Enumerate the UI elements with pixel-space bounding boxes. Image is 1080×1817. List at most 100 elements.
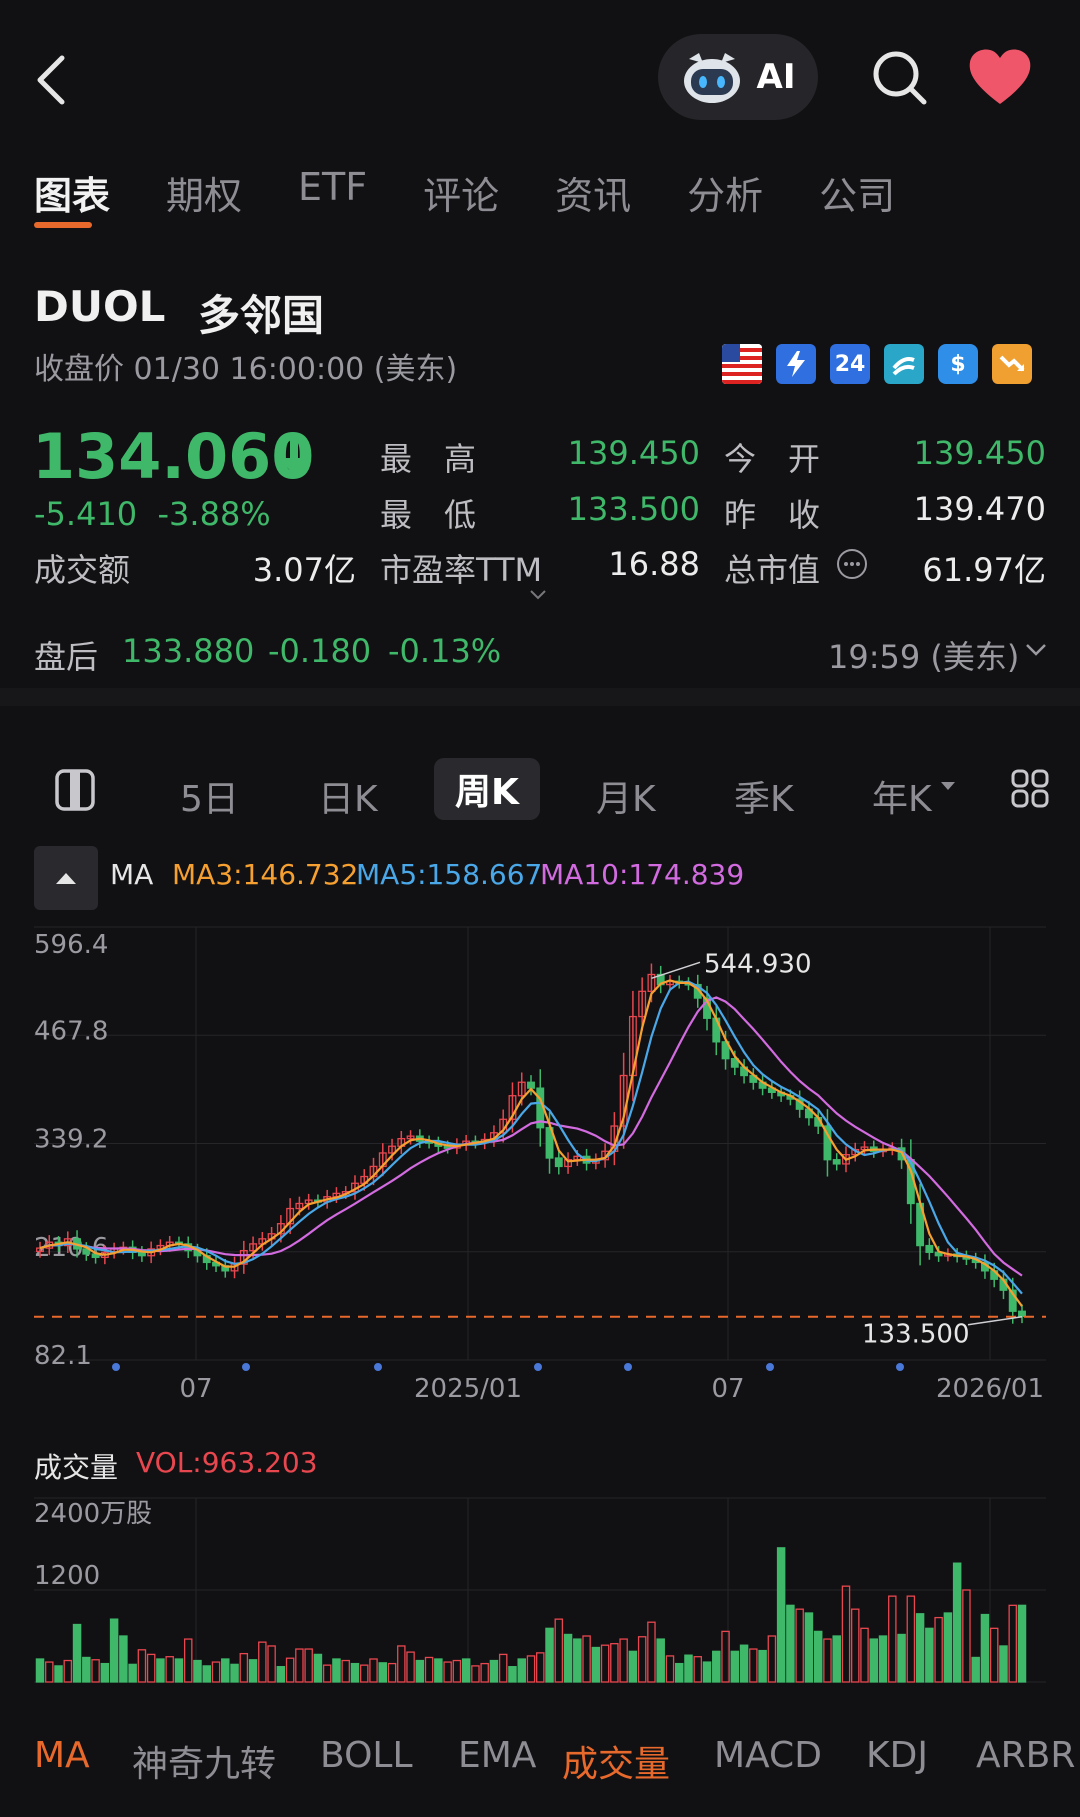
volume-bar [313,1653,323,1683]
sidebar-toggle-icon[interactable] [54,768,96,812]
event-marker-dot[interactable] [112,1363,120,1371]
volume-title: 成交量 [34,1451,119,1484]
volume-bar [174,1658,184,1683]
tab-analysis[interactable]: 分析 [687,165,763,220]
event-marker-dot[interactable] [766,1363,774,1371]
volume-bar [656,1638,665,1683]
lightning-trade-icon[interactable] [776,344,816,384]
turnover-label: 成交额 [34,551,131,589]
expand-chevron-icon[interactable] [528,588,548,602]
x-tick-label: 07 [711,1374,744,1404]
24h-trading-badge[interactable]: 24 [830,344,870,384]
volume-bar [869,1638,879,1683]
volume-bar [239,1652,249,1683]
volume-bar [82,1656,91,1683]
volume-bar [471,1665,480,1683]
volume-bar [989,1627,999,1683]
change-value: -5.410 [34,495,138,533]
volume-bar [248,1659,258,1683]
volume-bar [517,1658,526,1683]
volume-bar [424,1656,434,1683]
volume-bar [832,1635,841,1683]
collapse-legend-button[interactable] [34,846,98,910]
volume-bar [600,1644,610,1683]
volume-bar [267,1645,276,1683]
volume-bar [128,1663,137,1683]
period-quarterly[interactable]: 季K [734,770,794,822]
period-yearly[interactable]: 年K [872,770,932,822]
volume-bar [610,1643,619,1683]
indicator-td-sequential[interactable]: 神奇九转 [132,1735,276,1787]
volume-bar [202,1665,212,1683]
candle [239,1240,248,1274]
candle [749,1068,758,1090]
indicator-volume[interactable]: 成交量 [562,1735,670,1787]
tab-news[interactable]: 资讯 [555,165,631,220]
ai-label: AI [756,57,796,97]
indicator-ema[interactable]: EMA [458,1735,536,1776]
volume-bar [999,1645,1008,1683]
volume-bar [276,1666,286,1683]
indicator-macd[interactable]: MACD [714,1735,822,1776]
dropdown-triangle-icon[interactable] [940,780,956,792]
candle [767,1081,776,1099]
volume-bar [156,1658,165,1683]
volume-bar [369,1658,378,1683]
event-marker-dot[interactable] [624,1363,632,1371]
ma10-line [39,996,1023,1277]
volume-bar [258,1641,267,1683]
x-tick-label: 2026/01 [936,1374,1044,1404]
volume-bar [545,1627,554,1683]
open-value: 139.450 [913,434,1046,472]
volume-value: VOL:963.203 [136,1446,318,1479]
volume-bar [582,1635,591,1683]
period-5d[interactable]: 5日 [180,770,239,822]
dollar-badge[interactable]: $ [938,344,978,384]
volume-bar [925,1627,934,1683]
candle [656,965,665,994]
volume-bar [1008,1604,1017,1683]
volume-chart[interactable]: 2400万股 1200 [0,1490,1080,1690]
tab-options[interactable]: 期权 [166,165,242,220]
volume-bar [183,1638,193,1683]
chevron-down-icon[interactable] [1024,642,1048,658]
period-daily[interactable]: 日K [318,770,378,822]
indicator-arbr[interactable]: ARBR [976,1735,1075,1776]
indicator-boll[interactable]: BOLL [320,1735,413,1776]
volume-bar [508,1666,517,1683]
tab-etf[interactable]: ETF [298,165,367,220]
tab-chart[interactable]: 图表 [34,165,110,228]
volume-bar [563,1633,573,1683]
volume-bar [767,1635,777,1683]
candle [397,1130,406,1154]
event-marker-dot[interactable] [374,1363,382,1371]
event-marker-dot[interactable] [534,1363,542,1371]
more-info-icon[interactable] [836,548,868,580]
fund-flow-icon[interactable] [884,344,924,384]
after-hours-price: 133.880 [122,632,255,670]
back-arrow-icon[interactable] [30,50,74,110]
volume-bar [378,1662,388,1683]
favorite-heart-icon[interactable] [966,46,1034,108]
tab-company[interactable]: 公司 [819,165,895,220]
period-monthly[interactable]: 月K [596,770,656,822]
indicator-ma[interactable]: MA [34,1735,90,1776]
search-icon[interactable] [870,48,930,108]
period-weekly[interactable]: 周K [434,758,540,820]
us-flag-icon[interactable] [722,344,762,384]
trend-down-icon[interactable] [992,344,1032,384]
volume-bar [684,1654,693,1683]
event-marker-dot[interactable] [896,1363,904,1371]
price-down-arrow-icon [280,438,308,476]
market-cap-label: 总市值 [724,551,821,589]
indicator-kdj[interactable]: KDJ [866,1735,928,1776]
event-marker-dot[interactable] [242,1363,250,1371]
x-tick-label: 2025/01 [414,1374,522,1404]
candlestick-chart[interactable]: 596.4467.8339.2210.682.107 2025/01 07 2026/… [0,905,1080,1405]
tab-comments[interactable]: 评论 [423,165,499,220]
grid-layout-icon[interactable] [1010,768,1050,810]
ai-assistant-button[interactable]: AI [658,34,818,120]
volume-bar [943,1612,953,1683]
pe-label: 市盈率TTM [380,551,543,589]
section-divider [0,688,1080,706]
